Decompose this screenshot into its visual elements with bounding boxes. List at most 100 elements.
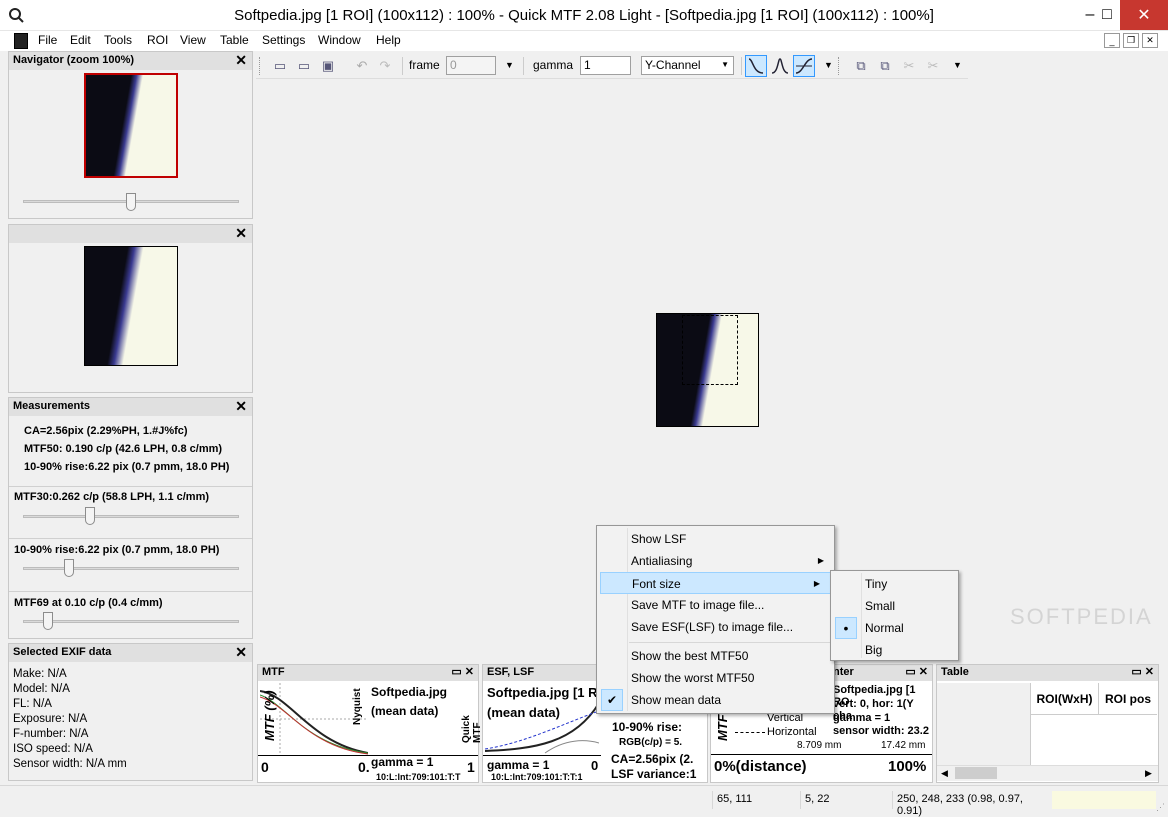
watermark: SOFTPEDIA <box>1010 604 1153 629</box>
rise-slider[interactable] <box>23 567 239 570</box>
scroll-thumb[interactable] <box>955 767 997 779</box>
menu-bar: File Edit Tools ROI View Table Settings … <box>0 31 1168 51</box>
menu-file[interactable]: File <box>38 33 57 47</box>
preview-panel: ✕ <box>8 224 253 393</box>
mdi-minimize-button[interactable]: _ <box>1104 33 1120 48</box>
curve-dropdown-icon[interactable]: ▼ <box>824 60 833 70</box>
mtf50-value: MTF50: 0.190 c/p (42.6 LPH, 0.8 c/mm) <box>24 443 223 455</box>
menu-show-lsf[interactable]: Show LSF <box>597 528 834 550</box>
roi-paste-icon[interactable]: ⧉ <box>876 57 894 75</box>
redo-icon[interactable]: ↷ <box>376 57 394 75</box>
mtf30-slider[interactable] <box>23 515 239 518</box>
mtf-mean-label: (mean data) <box>371 704 439 718</box>
gamma-input[interactable]: 1 <box>580 56 631 75</box>
menu-roi[interactable]: ROI <box>147 33 168 47</box>
menu-show-mean-data-label: Show mean data <box>631 693 722 707</box>
table-header-roi-size[interactable]: ROI(WxH) <box>1031 683 1099 715</box>
esf-mean-label: (mean data) <box>487 705 560 720</box>
menu-settings[interactable]: Settings <box>262 33 305 47</box>
menu-view[interactable]: View <box>180 33 206 47</box>
rise-slider-thumb[interactable] <box>64 559 74 577</box>
close-button[interactable]: ✕ <box>1120 0 1168 30</box>
menu-window[interactable]: Window <box>318 33 361 47</box>
font-size-small[interactable]: Small <box>831 595 958 617</box>
mtf69-slider[interactable] <box>23 620 239 623</box>
scroll-right-icon[interactable]: ▶ <box>1145 768 1152 779</box>
legend-horizontal-line <box>735 732 765 733</box>
menu-font-size[interactable]: Font size ▶ <box>600 572 831 594</box>
menu-antialiasing[interactable]: Antialiasing ▶ <box>597 550 834 572</box>
status-cursor-pos: 65, 111 <box>712 791 800 809</box>
navigator-zoom-thumb[interactable] <box>126 193 136 211</box>
esf-curve-icon[interactable] <box>745 55 767 77</box>
menu-font-size-label: Font size <box>632 577 681 591</box>
frame-label: frame <box>409 58 440 72</box>
toolbar-overflow-icon[interactable]: ▼ <box>953 60 962 70</box>
exif-title: Selected EXIF data <box>13 646 112 658</box>
menu-save-esf[interactable]: Save ESF(LSF) to image file... <box>597 616 834 638</box>
mtf30-label: MTF30:0.262 c/p (58.8 LPH, 1.1 c/mm) <box>14 491 210 503</box>
table-header-roi-pos[interactable]: ROI pos <box>1099 683 1157 715</box>
font-size-big[interactable]: Big <box>831 639 958 661</box>
esf-footer: 10:L:lnt:709:101:T:T:1 <box>491 772 583 782</box>
roi-clear-icon[interactable]: ✂ <box>924 57 942 75</box>
table-row-header <box>937 683 1031 765</box>
channel-select[interactable]: Y-Channel ▼ <box>641 56 734 75</box>
mtf69-label: MTF69 at 0.10 c/p (0.4 c/mm) <box>14 597 163 609</box>
menu-table[interactable]: Table <box>220 33 249 47</box>
toolbar: ▭ ▭ ▣ ↶ ↷ frame 0 ▼ gamma 1 Y-Channel ▼ ▼… <box>256 52 968 79</box>
exif-make: Make: N/A <box>13 668 67 680</box>
esf-panel-title: ESF, LSF <box>487 666 535 678</box>
radio-bullet-icon: • <box>835 617 857 639</box>
mtf-curve-icon[interactable] <box>793 55 815 77</box>
menu-show-best-mtf50[interactable]: Show the best MTF50 <box>597 645 834 667</box>
font-size-normal[interactable]: • Normal <box>831 617 958 639</box>
measurements-title: Measurements <box>13 400 91 412</box>
lsf-curve-icon[interactable] <box>769 55 791 77</box>
navigator-panel: Navigator (zoom 100%) ✕ <box>8 51 253 219</box>
save-icon[interactable]: ▣ <box>319 57 337 75</box>
frame-dropdown-icon[interactable]: ▼ <box>505 60 514 70</box>
mdi-close-button[interactable]: ✕ <box>1142 33 1158 48</box>
exif-close-icon[interactable]: ✕ <box>235 644 247 661</box>
navigator-thumbnail[interactable] <box>84 73 178 178</box>
open-folder-multi-icon[interactable]: ▭ <box>295 57 313 75</box>
mtf-footer: 10:L:lnt:709:101:T:T <box>376 772 461 782</box>
legend-horizontal: Horizontal <box>767 726 817 738</box>
esf-gamma: gamma = 1 <box>487 758 550 772</box>
navigator-close-icon[interactable]: ✕ <box>235 52 247 69</box>
mtf-panel-buttons[interactable]: ▭ ✕ <box>451 665 474 678</box>
mdi-restore-button[interactable]: ❐ <box>1123 33 1139 48</box>
roi-rectangle[interactable] <box>682 315 738 385</box>
esf-rise: 10-90% rise: <box>612 720 683 734</box>
center-panel-buttons[interactable]: ▭ ✕ <box>905 665 928 678</box>
menu-save-mtf[interactable]: Save MTF to image file... <box>597 594 834 616</box>
measurements-close-icon[interactable]: ✕ <box>235 398 247 415</box>
menu-edit[interactable]: Edit <box>70 33 91 47</box>
title-bar: Softpedia.jpg [1 ROI] (100x112) : 100% -… <box>0 0 1168 31</box>
menu-show-mean-data[interactable]: ✔ Show mean data <box>597 689 834 711</box>
document-icon[interactable] <box>14 33 28 49</box>
scroll-left-icon[interactable]: ◀ <box>941 768 948 779</box>
preview-close-icon[interactable]: ✕ <box>235 225 247 242</box>
menu-show-worst-mtf50[interactable]: Show the worst MTF50 <box>597 667 834 689</box>
font-size-normal-label: Normal <box>865 621 904 635</box>
mtf-brand: Quick MTF <box>461 715 483 743</box>
resize-grip-icon[interactable]: ⋰ <box>1156 802 1165 813</box>
menu-tools[interactable]: Tools <box>104 33 132 47</box>
roi-copy-icon[interactable]: ⧉ <box>852 57 870 75</box>
mtf-x0: 0 <box>261 759 269 775</box>
mtf69-slider-thumb[interactable] <box>43 612 53 630</box>
channel-select-value: Y-Channel <box>645 58 701 72</box>
roi-delete-icon[interactable]: ✂ <box>900 57 918 75</box>
maximize-button[interactable]: □ <box>1094 0 1120 30</box>
esf-ca: CA=2.56pix (2. <box>611 752 694 766</box>
font-size-submenu: Tiny Small • Normal Big <box>830 570 959 661</box>
undo-icon[interactable]: ↶ <box>353 57 371 75</box>
font-size-tiny[interactable]: Tiny <box>831 573 958 595</box>
open-folder-icon[interactable]: ▭ <box>271 57 289 75</box>
frame-input[interactable]: 0 <box>446 56 496 75</box>
menu-help[interactable]: Help <box>376 33 401 47</box>
mtf30-slider-thumb[interactable] <box>85 507 95 525</box>
table-panel-buttons[interactable]: ▭ ✕ <box>1131 665 1154 678</box>
